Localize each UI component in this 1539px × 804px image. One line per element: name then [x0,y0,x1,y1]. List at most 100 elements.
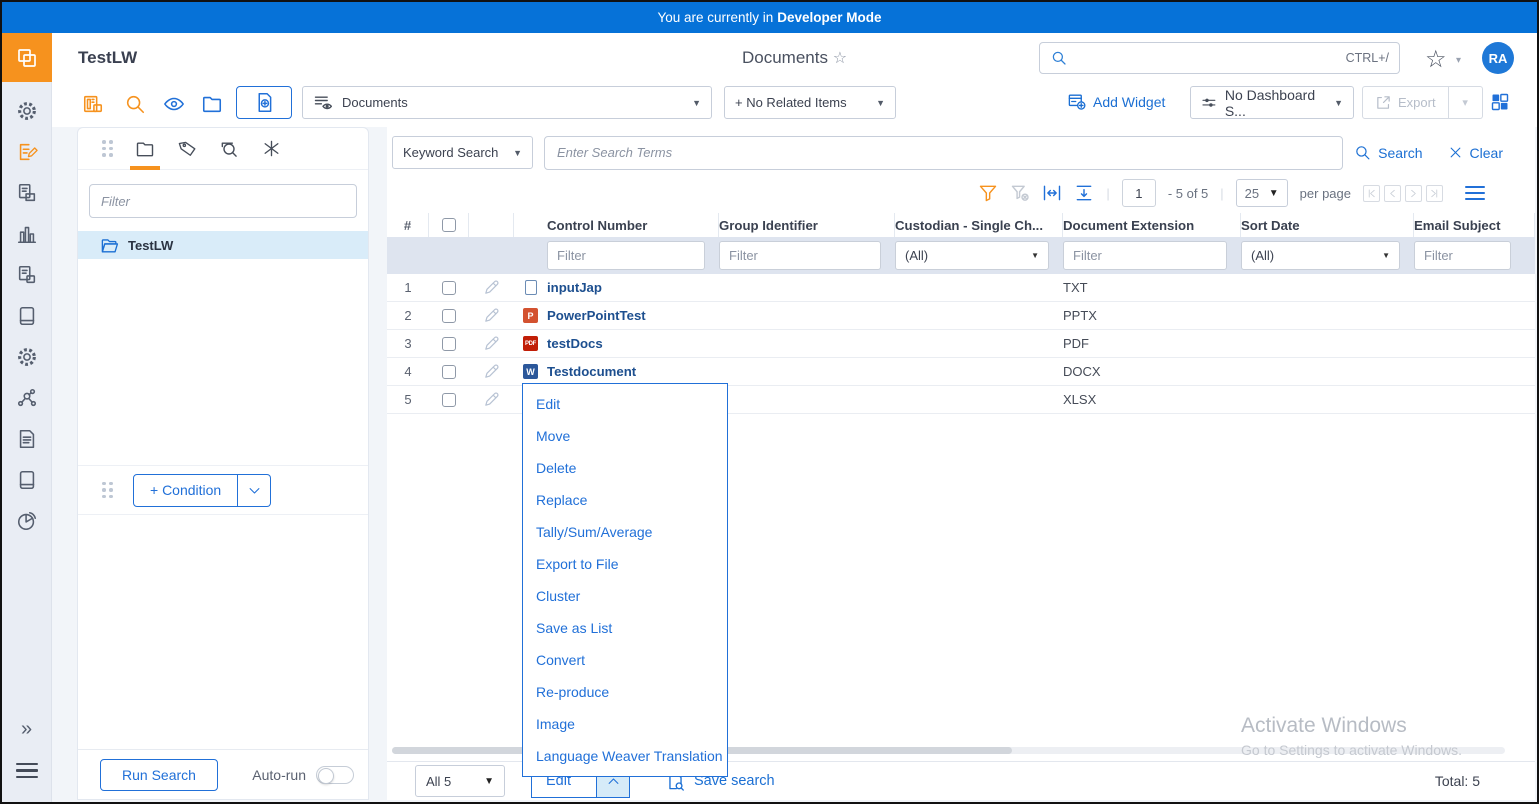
column-header-custodian[interactable]: Custodian - Single Ch... [895,213,1063,237]
pager-prev-icon[interactable] [1384,185,1401,202]
tab-folders[interactable] [127,128,163,170]
per-page-select[interactable]: 25 ▼ [1236,179,1288,207]
clear-button[interactable]: Clear [1448,145,1503,161]
row-checkbox[interactable] [442,281,456,295]
document-page-icon[interactable] [15,427,39,451]
column-header-control-number[interactable]: Control Number [547,213,719,237]
hamburger-menu-icon[interactable] [16,759,38,783]
eye-icon[interactable] [163,93,185,115]
auto-run-toggle[interactable] [316,766,354,784]
page-number-input[interactable]: 1 [1122,179,1156,207]
filter-control-number-input[interactable] [547,241,705,270]
filter-document-extension-input[interactable] [1063,241,1227,270]
folder-filter-input[interactable] [101,194,345,209]
dashboard-select[interactable]: No Dashboard S... ▼ [1190,86,1354,119]
document-link[interactable]: PowerPointTest [547,308,719,323]
context-menu-item[interactable]: Save as List [523,612,727,644]
search-icon[interactable] [124,93,146,115]
scope-select[interactable]: All 5 ▼ [415,765,505,797]
context-menu-item[interactable]: Tally/Sum/Average [523,516,727,548]
grid-apps-icon[interactable] [1490,92,1512,114]
layout-panel-icon[interactable] [82,93,104,115]
export-button[interactable]: Export [1362,86,1449,119]
export-dropdown-button[interactable]: ▾ [1449,86,1483,119]
global-search[interactable]: CTRL+/ [1039,42,1400,74]
drag-handle-icon[interactable] [102,482,113,499]
object-copy-icon[interactable] [15,263,39,287]
global-search-input[interactable] [1076,51,1346,66]
edit-pencil-icon[interactable] [469,391,514,408]
admin-gear-icon[interactable] [15,345,39,369]
favorite-star-icon[interactable]: ☆ [833,50,847,67]
fit-width-icon[interactable] [1042,183,1062,203]
search-mode-select[interactable]: Keyword Search ▼ [392,136,533,169]
row-checkbox[interactable] [442,393,456,407]
document-link[interactable]: Testdocument [547,364,719,379]
folder-filter[interactable] [89,184,357,218]
context-menu-item[interactable]: Replace [523,484,727,516]
pager-first-icon[interactable] [1363,185,1380,202]
filter-group-identifier-input[interactable] [719,241,881,270]
integration-network-icon[interactable] [15,386,39,410]
drag-handle-icon[interactable] [102,140,113,157]
object-folder-icon[interactable] [15,181,39,205]
column-menu-icon[interactable] [1465,182,1485,204]
clear-filter-funnel-icon[interactable] [1010,183,1030,203]
fit-height-icon[interactable] [1074,183,1094,203]
context-menu-item[interactable]: Cluster [523,580,727,612]
column-header-email-subject[interactable]: Email Subject [1414,213,1535,237]
edit-pencil-icon[interactable] [469,279,514,296]
edit-pencil-icon[interactable] [469,307,514,324]
user-avatar[interactable]: RA [1482,42,1514,74]
settings-gear-icon[interactable] [15,99,39,123]
edit-pencil-icon[interactable] [469,335,514,352]
pager-next-icon[interactable] [1405,185,1422,202]
column-header-document-extension[interactable]: Document Extension [1063,213,1241,237]
column-header-sort-date[interactable]: Sort Date [1241,213,1414,237]
filter-custodian-select[interactable]: (All)▼ [895,241,1049,270]
collapse-chevrons-icon[interactable]: » [21,718,32,741]
edit-pencil-icon[interactable] [469,363,514,380]
field-edit-icon[interactable] [15,140,39,164]
row-checkbox[interactable] [442,309,456,323]
new-document-button[interactable] [236,86,292,119]
bar-chart-icon[interactable] [15,222,39,246]
select-all-checkbox[interactable] [442,218,456,232]
column-header-number[interactable]: # [387,213,429,237]
document-link[interactable]: inputJap [547,280,719,295]
context-menu-item[interactable]: Language Weaver Translation [523,740,727,772]
favorites-star-icon[interactable]: ☆ [1425,45,1447,74]
document-link[interactable]: testDocs [547,336,719,351]
related-items-select[interactable]: + No Related Items ▼ [724,86,896,119]
context-menu-item[interactable]: Edit [523,388,727,420]
context-menu-item[interactable]: Move [523,420,727,452]
tab-saved-searches[interactable] [211,128,247,170]
column-header-group-identifier[interactable]: Group Identifier [719,213,895,237]
workspace-icon[interactable] [2,33,52,82]
add-condition-button[interactable]: + Condition [133,474,238,507]
context-menu-item[interactable]: Export to File [523,548,727,580]
pie-chart-icon[interactable] [15,509,39,533]
pager-last-icon[interactable] [1426,185,1443,202]
filter-email-subject-input[interactable] [1414,241,1511,270]
favorites-chevron-icon[interactable]: ▾ [1456,55,1461,66]
context-menu-item[interactable]: Convert [523,644,727,676]
row-checkbox[interactable] [442,365,456,379]
run-search-button[interactable]: Run Search [100,759,218,791]
folder-tree-item[interactable]: TestLW [78,231,368,259]
tab-tags[interactable] [169,128,205,170]
view-select[interactable]: Documents ▼ [302,86,712,119]
row-checkbox[interactable] [442,337,456,351]
binder-icon[interactable] [15,468,39,492]
context-menu-item[interactable]: Delete [523,452,727,484]
filter-sort-date-select[interactable]: (All)▼ [1241,241,1400,270]
folder-icon[interactable] [201,93,223,115]
filter-funnel-icon[interactable] [978,183,998,203]
condition-dropdown-button[interactable] [238,474,271,507]
context-menu-item[interactable]: Re-produce [523,676,727,708]
add-widget-button[interactable]: Add Widget [1067,92,1165,111]
search-button[interactable]: Search [1354,144,1422,161]
search-terms-input[interactable] [544,136,1343,170]
tab-clusters[interactable] [253,128,289,170]
notebook-icon[interactable] [15,304,39,328]
